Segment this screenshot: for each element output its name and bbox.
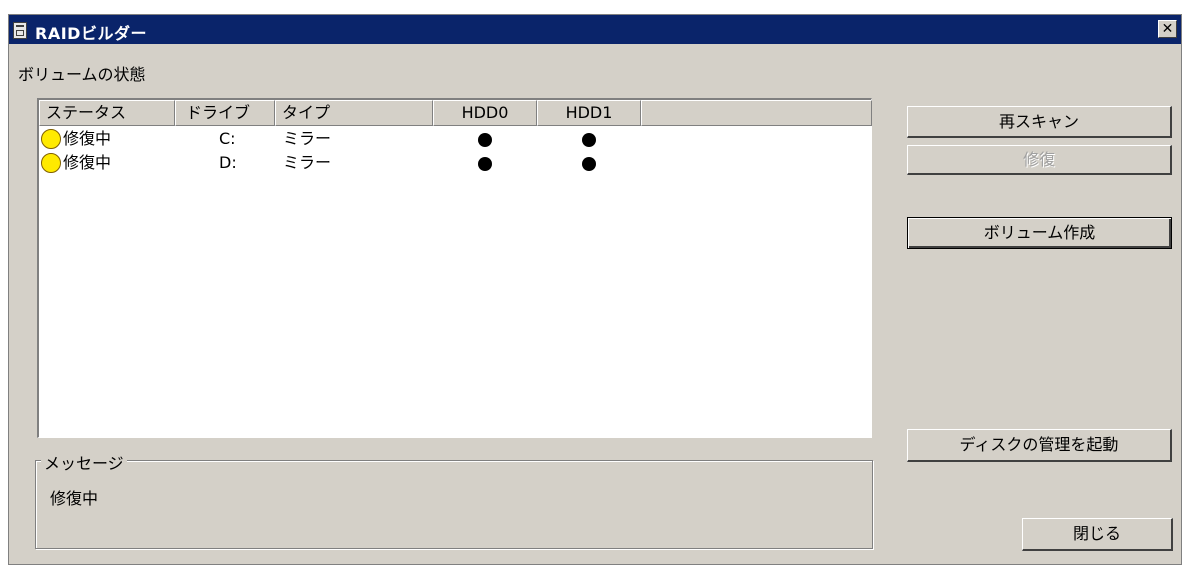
repair-button[interactable]: 修復 bbox=[907, 145, 1172, 175]
black-dot-icon bbox=[478, 133, 492, 147]
black-dot-icon bbox=[478, 157, 492, 171]
message-text: 修復中 bbox=[50, 489, 99, 508]
disk-management-button[interactable]: ディスクの管理を起動 bbox=[907, 429, 1172, 462]
close-button[interactable]: 閉じる bbox=[1022, 518, 1173, 551]
raid-builder-icon bbox=[13, 22, 27, 39]
type-cell: ミラー bbox=[283, 129, 332, 148]
drive-cell: D: bbox=[219, 153, 237, 172]
status-cell: 修復中 bbox=[63, 129, 112, 148]
column-header-type[interactable]: タイプ bbox=[275, 100, 433, 126]
type-cell: ミラー bbox=[283, 153, 332, 172]
message-legend: メッセージ bbox=[41, 450, 127, 474]
create-volume-button[interactable]: ボリューム作成 bbox=[907, 217, 1172, 249]
close-icon[interactable]: ✕ bbox=[1158, 20, 1177, 38]
column-header-hdd1[interactable]: HDD1 bbox=[537, 100, 641, 126]
black-dot-icon bbox=[582, 157, 596, 171]
message-group: メッセージ 修復中 bbox=[35, 450, 873, 549]
rescan-button[interactable]: 再スキャン bbox=[907, 106, 1172, 138]
status-cell: 修復中 bbox=[63, 153, 112, 172]
table-row[interactable]: 修復中 C: ミラー bbox=[39, 127, 871, 151]
column-header-drive[interactable]: ドライブ bbox=[175, 100, 275, 126]
window-title: RAIDビルダー bbox=[35, 24, 147, 43]
column-header-status[interactable]: ステータス bbox=[39, 100, 175, 126]
list-header: ステータス ドライブ タイプ HDD0 HDD1 bbox=[39, 100, 872, 126]
volume-status-label: ボリュームの状態 bbox=[18, 65, 146, 84]
column-header-filler bbox=[641, 100, 872, 126]
yellow-circle-icon bbox=[41, 129, 61, 149]
black-dot-icon bbox=[582, 133, 596, 147]
volume-list[interactable]: ステータス ドライブ タイプ HDD0 HDD1 修復中 C: ミラー 修復中 … bbox=[37, 98, 872, 438]
raid-builder-window: RAIDビルダー ✕ ボリュームの状態 ステータス ドライブ タイプ HDD0 … bbox=[8, 14, 1182, 565]
drive-cell: C: bbox=[219, 129, 236, 148]
table-row[interactable]: 修復中 D: ミラー bbox=[39, 151, 871, 175]
title-bar[interactable]: RAIDビルダー ✕ bbox=[9, 15, 1181, 44]
yellow-circle-icon bbox=[41, 153, 61, 173]
column-header-hdd0[interactable]: HDD0 bbox=[433, 100, 537, 126]
